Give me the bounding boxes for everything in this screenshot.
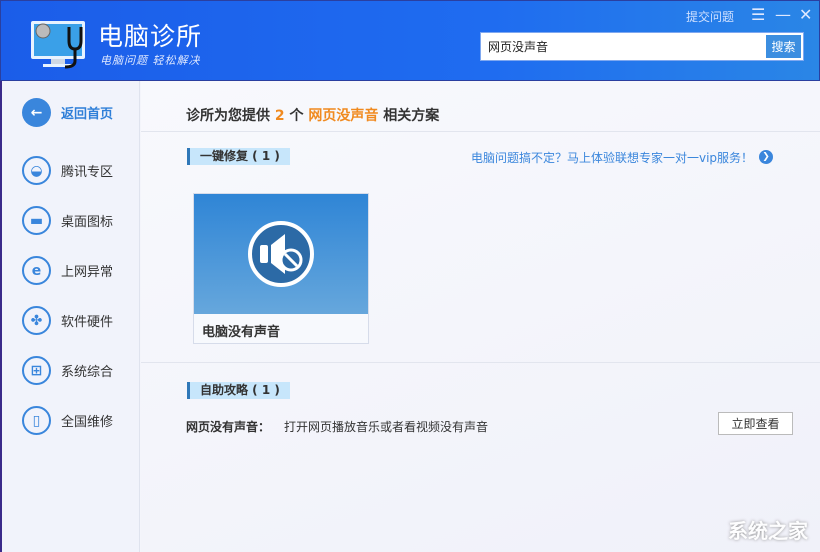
guide-description: 打开网页播放音乐或者看视频没有声音 [284, 420, 489, 434]
title-bar: 电脑诊所 电脑问题 轻松解决 提交问题 ☰ — ✕ 搜索 [0, 0, 820, 81]
page-title: 诊所为您提供 2 个 网页没声音 相关方案 [186, 105, 439, 125]
clover-icon: ✤ [22, 306, 51, 335]
sidebar-item-4[interactable]: ✤ 软件硬件 [22, 306, 113, 335]
sidebar-item-label: 软件硬件 [61, 315, 114, 330]
ie-icon: e [22, 256, 51, 285]
card-image [194, 194, 368, 314]
app-title: 电脑诊所 [98, 22, 203, 51]
card-label: 电脑没有声音 [202, 325, 281, 340]
main-content: 诊所为您提供 2 个 网页没声音 相关方案 一键修复 ( 1 ) 电脑问题搞不定… [141, 81, 820, 552]
menu-icon[interactable]: ☰ [751, 5, 765, 24]
sidebar-item-0[interactable]: ← 返回首页 [22, 98, 113, 127]
sidebar-item-label: 桌面图标 [61, 215, 114, 230]
search-button[interactable]: 搜索 [766, 35, 801, 58]
sidebar-item-label: 系统综合 [61, 365, 114, 380]
back-arrow-icon: ← [22, 98, 51, 127]
windows-icon: ⊞ [22, 356, 51, 385]
fix-card-no-sound[interactable]: 电脑没有声音 [193, 193, 369, 344]
qq-icon: ◒ [22, 156, 51, 185]
search-input[interactable] [481, 33, 761, 60]
sidebar-item-label: 腾讯专区 [61, 165, 114, 180]
section-one-click-fix: 一键修复 ( 1 ) [187, 148, 290, 165]
chevron-right-icon[interactable]: ❯ [759, 150, 773, 164]
sidebar-item-label: 返回首页 [61, 107, 114, 122]
sidebar-item-3[interactable]: e 上网异常 [22, 256, 113, 285]
watermark: 系统之家 [728, 519, 808, 543]
app-subtitle: 电脑问题 轻松解决 [100, 54, 201, 67]
sidebar: ← 返回首页 ◒ 腾讯专区 ▬ 桌面图标 e 上网异常 ✤ 软件硬件 ⊞ 系统综合 ▯ 全国维修 [0, 81, 140, 552]
sidebar-item-6[interactable]: ▯ 全国维修 [22, 406, 113, 435]
sidebar-item-5[interactable]: ⊞ 系统综合 [22, 356, 113, 385]
sidebar-item-label: 全国维修 [61, 415, 114, 430]
pc-tower-icon: ▯ [22, 406, 51, 435]
guide-title: 网页没有声音： [186, 420, 271, 434]
app-logo-icon [31, 21, 85, 69]
submit-issue-link[interactable]: 提交问题 [686, 8, 734, 25]
sidebar-item-2[interactable]: ▬ 桌面图标 [22, 206, 113, 235]
divider [141, 131, 820, 132]
vip-promo-link[interactable]: 电脑问题搞不定？马上体验联想专家一对一vip服务！ [471, 149, 753, 166]
section-self-help: 自助攻略 ( 1 ) [187, 382, 290, 399]
sidebar-item-1[interactable]: ◒ 腾讯专区 [22, 156, 113, 185]
view-now-button[interactable]: 立即查看 [718, 412, 793, 435]
speaker-mute-icon [248, 221, 314, 287]
heading-text: 诊所为您提供 [186, 108, 270, 124]
result-count: 2 [274, 108, 285, 124]
search-keyword: 网页没声音 [308, 108, 379, 124]
close-icon[interactable]: ✕ [799, 5, 812, 24]
heading-text: 相关方案 [383, 108, 440, 124]
heading-text: 个 [289, 108, 304, 124]
monitor-icon: ▬ [22, 206, 51, 235]
minimize-icon[interactable]: — [775, 5, 791, 24]
search-box: 搜索 [480, 32, 804, 61]
divider [141, 362, 820, 363]
sidebar-item-label: 上网异常 [61, 265, 114, 280]
